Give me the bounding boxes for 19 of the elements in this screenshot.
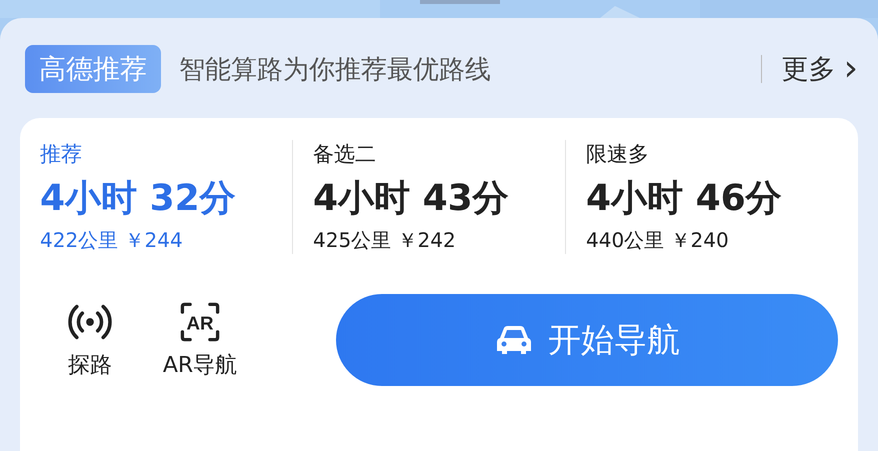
- subtitle: 智能算路为你推荐最优路线: [179, 54, 492, 86]
- route-time: 4小时 46分: [586, 177, 783, 221]
- route-option[interactable]: 备选二 4小时 43分 425公里 ￥242: [292, 140, 565, 254]
- route-detail: 425公里 ￥242: [313, 227, 457, 254]
- route-label: 推荐: [40, 141, 83, 168]
- recommend-badge: 高德推荐: [25, 45, 161, 93]
- tool-label: 探路: [68, 352, 112, 380]
- more-link[interactable]: 更多 ›: [782, 51, 858, 87]
- route-time: 4小时 43分: [313, 177, 510, 221]
- route-detail: 422公里 ￥244: [40, 227, 184, 254]
- start-navigation-button[interactable]: 开始导航: [336, 294, 838, 386]
- route-option[interactable]: 限速多 4小时 46分 440公里 ￥240: [565, 140, 838, 254]
- route-time: 4小时 32分: [40, 177, 237, 221]
- route-label: 备选二: [313, 141, 377, 168]
- route-option[interactable]: 推荐 4小时 32分 422公里 ￥244: [40, 140, 292, 254]
- tool-label: AR导航: [162, 352, 238, 380]
- route-detail: 440公里 ￥240: [586, 227, 730, 254]
- car-icon: [494, 323, 534, 357]
- route-label: 限速多: [586, 141, 650, 168]
